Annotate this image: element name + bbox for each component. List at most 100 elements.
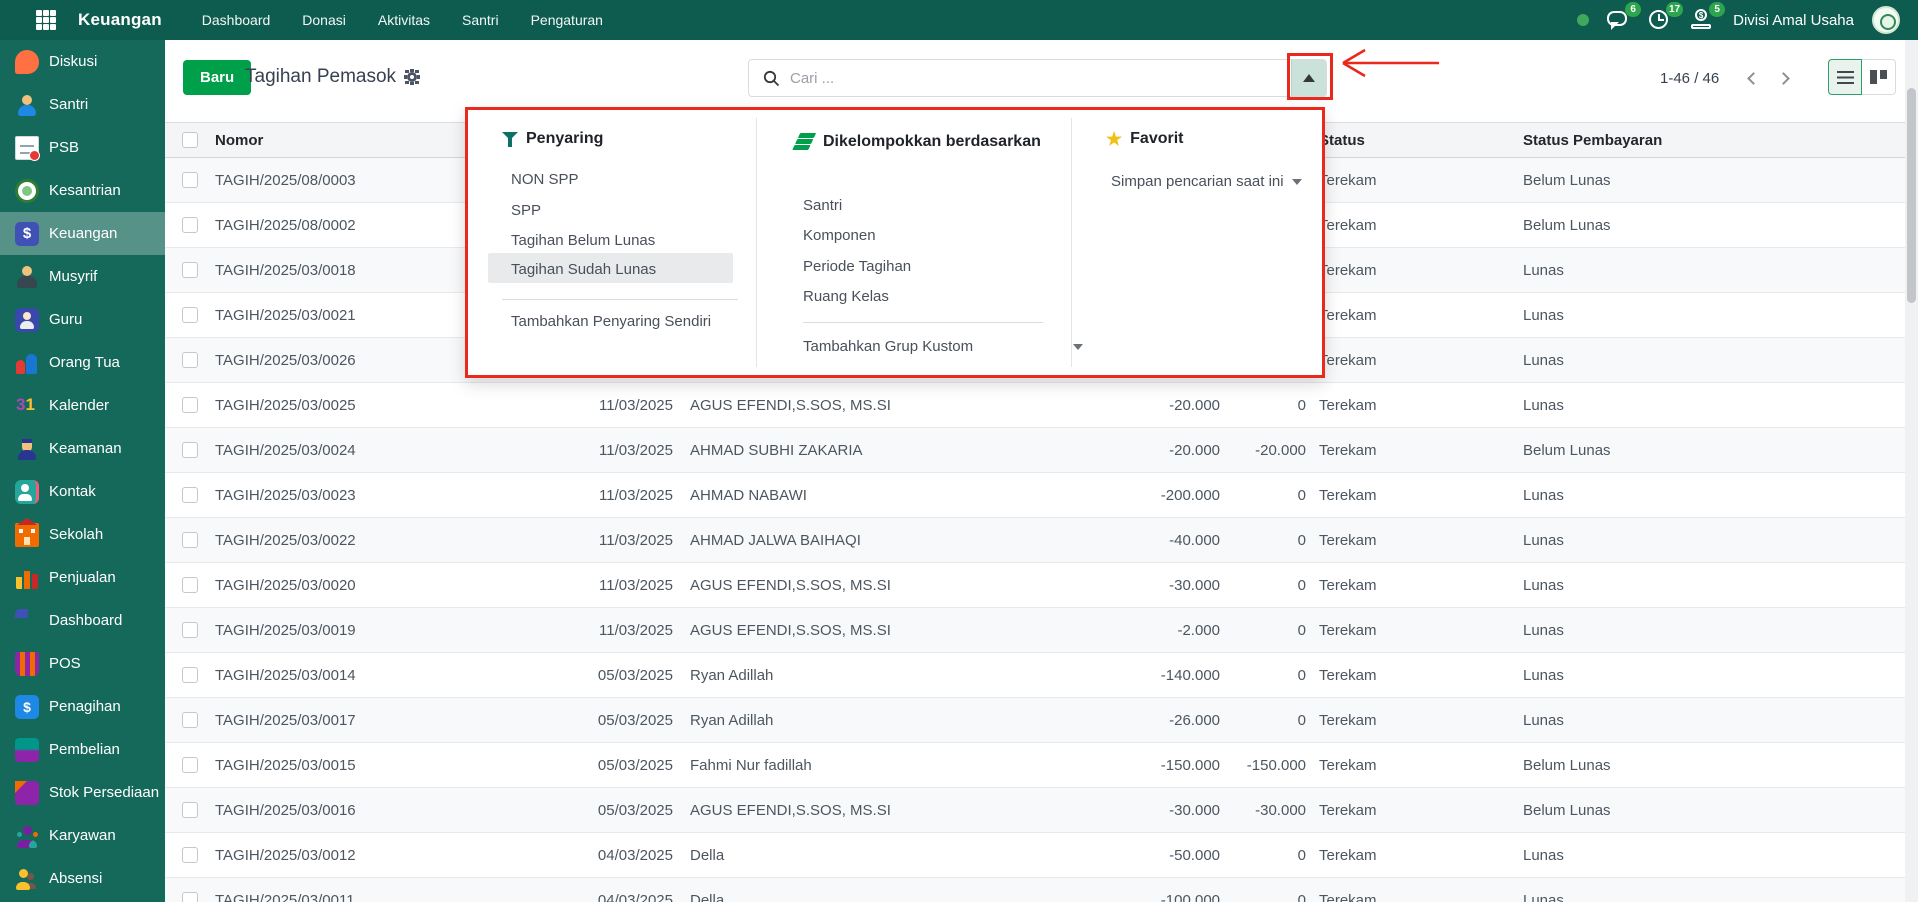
row-checkbox[interactable] xyxy=(182,847,198,863)
gear-icon[interactable] xyxy=(404,69,421,85)
sidebar-item-karyawan[interactable]: Karyawan xyxy=(0,814,165,857)
groupby-santri[interactable]: Santri xyxy=(803,197,842,214)
messages-badge: 6 xyxy=(1625,2,1642,17)
search-input[interactable] xyxy=(790,69,1291,87)
table-row[interactable]: TAGIH/2025/03/0023 11/03/2025 AHMAD NABAWI… xyxy=(165,473,1905,518)
sidebar-item-kesantrian[interactable]: Kesantrian xyxy=(0,169,165,212)
user-avatar[interactable] xyxy=(1872,6,1900,34)
sidebar-item-diskusi[interactable]: Diskusi xyxy=(0,40,165,83)
sidebar-item-kalender[interactable]: Kalender xyxy=(0,384,165,427)
table-row[interactable]: TAGIH/2025/03/0014 05/03/2025 Ryan Adillah… xyxy=(165,653,1905,698)
row-checkbox[interactable] xyxy=(182,262,198,278)
select-all-checkbox[interactable] xyxy=(182,132,198,148)
row-checkbox[interactable] xyxy=(182,487,198,503)
filters-section-title: Penyaring xyxy=(502,130,603,148)
nav-item-pengaturan[interactable]: Pengaturan xyxy=(519,6,615,34)
sidebar-item-dashboard[interactable]: Dashboard xyxy=(0,599,165,642)
pager-next-button[interactable] xyxy=(1769,62,1797,94)
new-button[interactable]: Baru xyxy=(183,60,252,95)
add-custom-filter[interactable]: Tambahkan Penyaring Sendiri xyxy=(511,313,711,330)
row-checkbox[interactable] xyxy=(182,667,198,683)
row-checkbox[interactable] xyxy=(182,802,198,818)
sidebar-item-keuangan[interactable]: Keuangan xyxy=(0,212,165,255)
sidebar-item-stok-persediaan[interactable]: Stok Persediaan xyxy=(0,771,165,814)
sidebar-item-penjualan[interactable]: Penjualan xyxy=(0,556,165,599)
groupby-ruang-kelas[interactable]: Ruang Kelas xyxy=(803,288,889,305)
save-current-search[interactable]: Simpan pencarian saat ini xyxy=(1111,173,1302,190)
table-row[interactable]: TAGIH/2025/03/0020 11/03/2025 AGUS EFENDI,… xyxy=(165,563,1905,608)
kanban-view-icon xyxy=(1870,70,1887,84)
sidebar-item-pos[interactable]: POS xyxy=(0,642,165,685)
clock-icon xyxy=(1649,10,1669,29)
row-checkbox[interactable] xyxy=(182,892,198,902)
add-custom-group[interactable]: Tambahkan Grup Kustom xyxy=(803,338,1084,355)
header-nomor[interactable]: Nomor xyxy=(215,132,455,149)
sidebar-item-sekolah[interactable]: Sekolah xyxy=(0,513,165,556)
section-divider xyxy=(502,299,738,300)
app-sidebar: Diskusi Santri PSB Kesantrian Keuangan M… xyxy=(0,40,165,902)
list-view-button[interactable] xyxy=(1828,59,1862,95)
nav-item-donasi[interactable]: Donasi xyxy=(290,6,358,34)
row-checkbox[interactable] xyxy=(182,712,198,728)
page-title: Tagihan Pemasok xyxy=(245,66,397,87)
row-checkbox[interactable] xyxy=(182,172,198,188)
groupby-section-title: Dikelompokkan berdasarkan xyxy=(798,128,1043,155)
row-checkbox[interactable] xyxy=(182,757,198,773)
navbar-menu: Dashboard Donasi Aktivitas Santri Pengat… xyxy=(190,6,615,34)
filter-non-spp[interactable]: NON SPP xyxy=(511,171,579,188)
table-row[interactable]: TAGIH/2025/03/0024 11/03/2025 AHMAD SUBHI … xyxy=(165,428,1905,473)
nav-item-dashboard[interactable]: Dashboard xyxy=(190,6,283,34)
table-row[interactable]: TAGIH/2025/03/0011 04/03/2025 Della -100.00… xyxy=(165,878,1905,902)
table-row[interactable]: TAGIH/2025/03/0017 05/03/2025 Ryan Adillah… xyxy=(165,698,1905,743)
pager-previous-button[interactable] xyxy=(1739,62,1767,94)
table-row[interactable]: TAGIH/2025/03/0022 11/03/2025 AHMAD JALWA … xyxy=(165,518,1905,563)
sidebar-item-penagihan[interactable]: Penagihan xyxy=(0,685,165,728)
nav-item-santri[interactable]: Santri xyxy=(450,6,511,34)
apps-grid-icon[interactable] xyxy=(36,10,56,30)
kanban-view-button[interactable] xyxy=(1862,59,1896,95)
sidebar-item-musyrif[interactable]: Musyrif xyxy=(0,255,165,298)
row-checkbox[interactable] xyxy=(182,532,198,548)
activities-button[interactable]: 17 xyxy=(1649,2,1684,31)
scrollbar-thumb[interactable] xyxy=(1907,88,1916,303)
sidebar-item-pembelian[interactable]: Pembelian xyxy=(0,728,165,771)
sidebar-item-kontak[interactable]: Kontak xyxy=(0,470,165,513)
row-checkbox[interactable] xyxy=(182,217,198,233)
chevron-left-icon xyxy=(1746,71,1760,85)
groupby-komponen[interactable]: Komponen xyxy=(803,227,876,244)
row-checkbox[interactable] xyxy=(182,442,198,458)
messages-button[interactable]: 6 xyxy=(1607,2,1642,31)
sidebar-item-psb[interactable]: PSB xyxy=(0,126,165,169)
page-title-wrap: Tagihan Pemasok xyxy=(245,66,421,88)
row-checkbox[interactable] xyxy=(182,577,198,593)
sidebar-item-guru[interactable]: Guru xyxy=(0,298,165,341)
sidebar-item-santri[interactable]: Santri xyxy=(0,83,165,126)
star-icon: ★ xyxy=(1106,129,1123,149)
nav-item-aktivitas[interactable]: Aktivitas xyxy=(366,6,442,34)
row-checkbox[interactable] xyxy=(182,622,198,638)
filter-tagihan-sudah-lunas[interactable]: Tagihan Sudah Lunas xyxy=(511,261,656,278)
app-brand[interactable]: Keuangan xyxy=(78,10,162,30)
groupby-periode-tagihan[interactable]: Periode Tagihan xyxy=(803,258,911,275)
filter-tagihan-belum-lunas[interactable]: Tagihan Belum Lunas xyxy=(511,232,655,249)
table-row[interactable]: TAGIH/2025/03/0012 04/03/2025 Della -50.000… xyxy=(165,833,1905,878)
row-checkbox[interactable] xyxy=(182,397,198,413)
sidebar-item-absensi[interactable]: Absensi xyxy=(0,857,165,900)
user-company-name[interactable]: Divisi Amal Usaha xyxy=(1733,12,1854,29)
sidebar-item-keamanan[interactable]: Keamanan xyxy=(0,427,165,470)
header-status[interactable]: Status xyxy=(1306,132,1510,149)
table-row[interactable]: TAGIH/2025/03/0025 11/03/2025 AGUS EFENDI,… xyxy=(165,383,1905,428)
header-status-pembayaran[interactable]: Status Pembayaran xyxy=(1510,132,1905,149)
table-row[interactable]: TAGIH/2025/03/0019 11/03/2025 AGUS EFENDI,… xyxy=(165,608,1905,653)
vertical-scrollbar[interactable] xyxy=(1905,40,1918,902)
filter-spp[interactable]: SPP xyxy=(511,202,541,219)
stok-icon xyxy=(15,780,39,805)
row-checkbox[interactable] xyxy=(182,352,198,368)
sidebar-item-orang-tua[interactable]: Orang Tua xyxy=(0,341,165,384)
table-row[interactable]: TAGIH/2025/03/0015 05/03/2025 Fahmi Nur fa… xyxy=(165,743,1905,788)
search-options-toggle[interactable] xyxy=(1291,60,1326,96)
row-checkbox[interactable] xyxy=(182,307,198,323)
table-row[interactable]: TAGIH/2025/03/0016 05/03/2025 AGUS EFENDI,… xyxy=(165,788,1905,833)
sekolah-icon xyxy=(15,517,39,547)
payments-button[interactable]: $ 5 xyxy=(1691,2,1726,31)
